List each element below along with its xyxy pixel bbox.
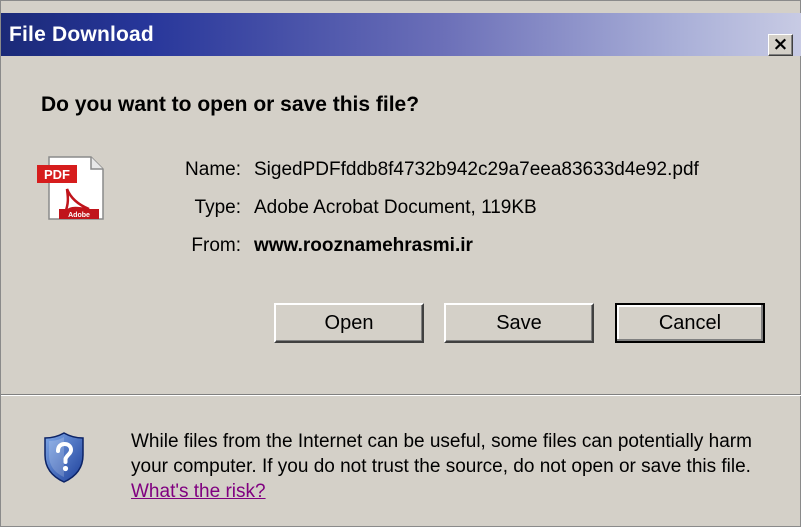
close-icon: × [772, 33, 789, 55]
close-button[interactable]: × [768, 34, 793, 56]
type-label: Type: [194, 197, 241, 218]
from-label: From: [191, 235, 241, 256]
source-url-value: www.rooznamehrasmi.ir [254, 235, 473, 256]
file-name-value: SigedPDFfddb8f4732b942c29a7eea83633d4e92… [254, 159, 699, 180]
cancel-button[interactable]: Cancel [615, 303, 765, 343]
name-label: Name: [185, 159, 241, 180]
warning-text: While files from the Internet can be use… [131, 431, 752, 477]
window-title: File Download [9, 23, 154, 46]
file-download-window: File Download × Do you want to open or s… [0, 0, 801, 527]
open-button[interactable]: Open [274, 303, 424, 343]
security-warning: While files from the Internet can be use… [131, 429, 791, 504]
save-button[interactable]: Save [444, 303, 594, 343]
divider-highlight [1, 395, 801, 396]
title-bar[interactable]: File Download × [1, 13, 801, 56]
file-type-value: Adobe Acrobat Document, 119KB [254, 197, 537, 218]
whats-the-risk-link[interactable]: What's the risk? [131, 481, 266, 502]
shield-question-icon [44, 432, 84, 483]
dialog-question: Do you want to open or save this file? [41, 93, 420, 116]
